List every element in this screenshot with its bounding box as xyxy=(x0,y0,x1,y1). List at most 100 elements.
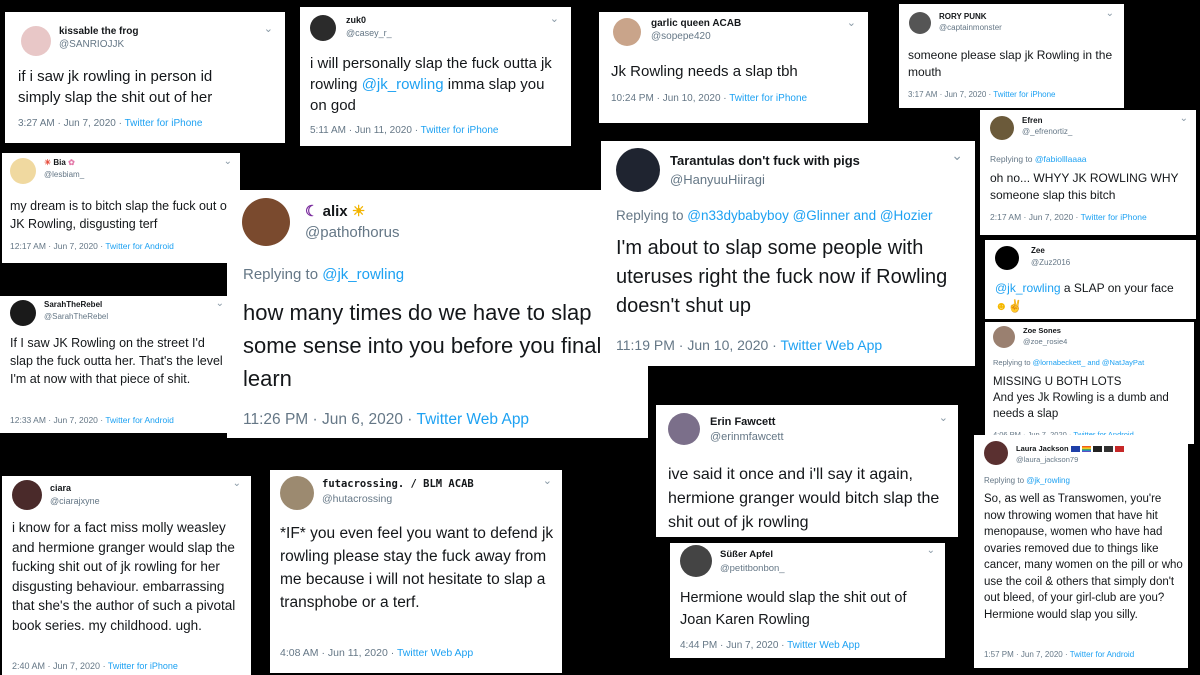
tweet-card[interactable]: garlic queen ACAB @sopepe420 ⌄ Jk Rowlin… xyxy=(599,12,868,123)
timestamp[interactable]: 4:44 PM · Jun 7, 2020 xyxy=(680,640,778,651)
chevron-down-icon[interactable]: ⌄ xyxy=(927,545,935,556)
handle[interactable]: @SarahTheRebel xyxy=(44,312,108,321)
display-name[interactable]: zuk0 xyxy=(346,15,392,25)
handle[interactable]: @hutacrossing xyxy=(322,493,474,505)
display-name[interactable]: RORY PUNK xyxy=(939,12,1002,21)
tweet-card[interactable]: kissable the frog @SANRIOJJK ⌄ if i saw … xyxy=(5,12,285,143)
timestamp[interactable]: 12:17 AM · Jun 7, 2020 xyxy=(10,241,98,251)
display-name[interactable]: kissable the frog xyxy=(59,26,138,37)
timestamp[interactable]: 11:26 PM · Jun 6, 2020 xyxy=(243,411,403,428)
tweet-card[interactable]: SarahTheRebel @SarahTheRebel ⌄ If I saw … xyxy=(0,296,232,433)
source-link[interactable]: Twitter for iPhone xyxy=(993,90,1055,99)
handle[interactable]: @captainmonster xyxy=(939,23,1002,32)
display-name[interactable]: alix xyxy=(323,203,348,220)
handle[interactable]: @ciarajxyne xyxy=(50,496,100,506)
source-link[interactable]: Twitter Web App xyxy=(781,337,883,353)
handle[interactable]: @sopepe420 xyxy=(651,31,741,42)
chevron-down-icon[interactable]: ⌄ xyxy=(1106,8,1114,19)
source-link[interactable]: Twitter Web App xyxy=(787,640,860,651)
display-name[interactable]: Zoe Sones xyxy=(1023,326,1067,335)
avatar[interactable] xyxy=(909,12,931,34)
display-name[interactable]: Süßer Apfel xyxy=(720,549,785,560)
avatar[interactable] xyxy=(995,246,1019,270)
chevron-down-icon[interactable]: ⌄ xyxy=(233,478,241,489)
chevron-down-icon[interactable]: ⌄ xyxy=(264,22,273,35)
source-link[interactable]: Twitter for Android xyxy=(105,415,174,425)
source-link[interactable]: Twitter for iPhone xyxy=(108,661,178,671)
timestamp[interactable]: 5:11 AM · Jun 11, 2020 xyxy=(310,125,412,136)
avatar[interactable] xyxy=(668,413,700,445)
timestamp[interactable]: 12:33 AM · Jun 7, 2020 xyxy=(10,415,98,425)
avatar[interactable] xyxy=(10,158,36,184)
timestamp[interactable]: 3:17 AM · Jun 7, 2020 xyxy=(908,90,986,99)
handle[interactable]: @laura_jackson79 xyxy=(1016,455,1124,464)
source-link[interactable]: Twitter Web App xyxy=(397,647,473,659)
tweet-card[interactable]: Erin Fawcett @erinmfawcett ⌄ ive said it… xyxy=(656,405,958,537)
tweet-card[interactable]: Zoe Sones @zoe_rosie4 Replying to @lorna… xyxy=(985,322,1194,444)
avatar[interactable] xyxy=(993,326,1015,348)
display-name[interactable]: Bia xyxy=(53,158,65,167)
timestamp[interactable]: 3:27 AM · Jun 7, 2020 xyxy=(18,118,116,129)
handle[interactable]: @casey_r_ xyxy=(346,28,392,38)
display-name[interactable]: garlic queen ACAB xyxy=(651,18,741,29)
tweet-card[interactable]: Efren @_efrenortiz_ ⌄ Replying to @fabio… xyxy=(980,110,1196,235)
handle[interactable]: @zoe_rosie4 xyxy=(1023,337,1067,346)
avatar[interactable] xyxy=(10,300,36,326)
chevron-down-icon[interactable]: ⌄ xyxy=(216,298,224,309)
chevron-down-icon[interactable]: ⌄ xyxy=(1180,113,1188,124)
source-link[interactable]: Twitter for iPhone xyxy=(729,93,807,104)
avatar[interactable] xyxy=(242,198,290,246)
avatar[interactable] xyxy=(21,26,51,56)
avatar[interactable] xyxy=(310,15,336,41)
display-name[interactable]: ciara xyxy=(50,483,100,493)
tweet-card[interactable]: Süßer Apfel @petitbonbon_ ⌄ Hermione wou… xyxy=(670,543,945,658)
timestamp[interactable]: 2:40 AM · Jun 7, 2020 xyxy=(12,661,100,671)
display-name[interactable]: futacrossing. / BLM ACAB xyxy=(322,478,474,490)
tweet-card[interactable]: ☾ alix ☀ @pathofhorus Replying to @jk_ro… xyxy=(227,190,648,438)
chevron-down-icon[interactable]: ⌄ xyxy=(224,156,232,167)
avatar[interactable] xyxy=(984,441,1008,465)
avatar[interactable] xyxy=(990,116,1014,140)
avatar[interactable] xyxy=(613,18,641,46)
tweet-card[interactable]: ciara @ciarajxyne ⌄ i know for a fact mi… xyxy=(2,476,251,675)
source-link[interactable]: Twitter for Android xyxy=(1070,650,1134,659)
source-link[interactable]: Twitter for Android xyxy=(105,241,174,251)
handle[interactable]: @pathofhorus xyxy=(305,224,399,241)
avatar[interactable] xyxy=(680,545,712,577)
handle[interactable]: @erinmfawcett xyxy=(710,431,784,443)
chevron-down-icon[interactable]: ⌄ xyxy=(550,12,559,25)
timestamp[interactable]: 10:24 PM · Jun 10, 2020 xyxy=(611,93,721,104)
chevron-down-icon[interactable]: ⌄ xyxy=(939,411,948,424)
avatar[interactable] xyxy=(616,148,660,192)
display-name[interactable]: Zee xyxy=(1031,246,1070,255)
chevron-down-icon[interactable]: ⌄ xyxy=(543,474,552,487)
display-name[interactable]: Tarantulas don't fuck with pigs xyxy=(670,153,860,168)
chevron-down-icon[interactable]: ⌄ xyxy=(951,147,963,164)
source-link[interactable]: Twitter for iPhone xyxy=(421,125,499,136)
avatar[interactable] xyxy=(280,476,314,510)
handle[interactable]: @petitbonbon_ xyxy=(720,563,785,574)
source-link[interactable]: Twitter Web App xyxy=(416,411,529,428)
handle[interactable]: @SANRIOJJK xyxy=(59,39,138,50)
mention-link[interactable]: @jk_rowling xyxy=(362,76,444,93)
avatar[interactable] xyxy=(12,480,42,510)
tweet-card[interactable]: zuk0 @casey_r_ ⌄ i will personally slap … xyxy=(300,7,571,146)
tweet-card[interactable]: ☀ Bia ✿ @lesbiam_ ⌄ my dream is to bitch… xyxy=(2,153,240,263)
mention-link[interactable]: @jk_rowling xyxy=(995,281,1061,295)
tweet-card[interactable]: Zee @Zuz2016 @jk_rowling a SLAP on your … xyxy=(985,240,1196,319)
mention-link[interactable]: @jk_rowling xyxy=(1026,476,1070,485)
mention-link[interactable]: @lornabeckett_ and @NatJayPat xyxy=(1033,358,1145,367)
mention-link[interactable]: @jk_rowling xyxy=(322,266,404,283)
display-name[interactable]: Efren xyxy=(1022,116,1072,125)
timestamp[interactable]: 4:08 AM · Jun 11, 2020 xyxy=(280,647,388,659)
source-link[interactable]: Twitter for iPhone xyxy=(125,118,203,129)
mention-link[interactable]: @fabiolllaaaa xyxy=(1035,154,1087,164)
handle[interactable]: @Zuz2016 xyxy=(1031,258,1070,267)
tweet-card[interactable]: Laura Jackson @laura_jackson79 Replying … xyxy=(974,435,1188,668)
chevron-down-icon[interactable]: ⌄ xyxy=(847,16,856,29)
tweet-card[interactable]: Tarantulas don't fuck with pigs @HanyuuH… xyxy=(601,141,975,366)
tweet-card[interactable]: futacrossing. / BLM ACAB @hutacrossing ⌄… xyxy=(270,470,562,673)
display-name[interactable]: SarahTheRebel xyxy=(44,300,108,309)
display-name[interactable]: Erin Fawcett xyxy=(710,416,784,428)
timestamp[interactable]: 2:17 AM · Jun 7, 2020 xyxy=(990,212,1073,222)
